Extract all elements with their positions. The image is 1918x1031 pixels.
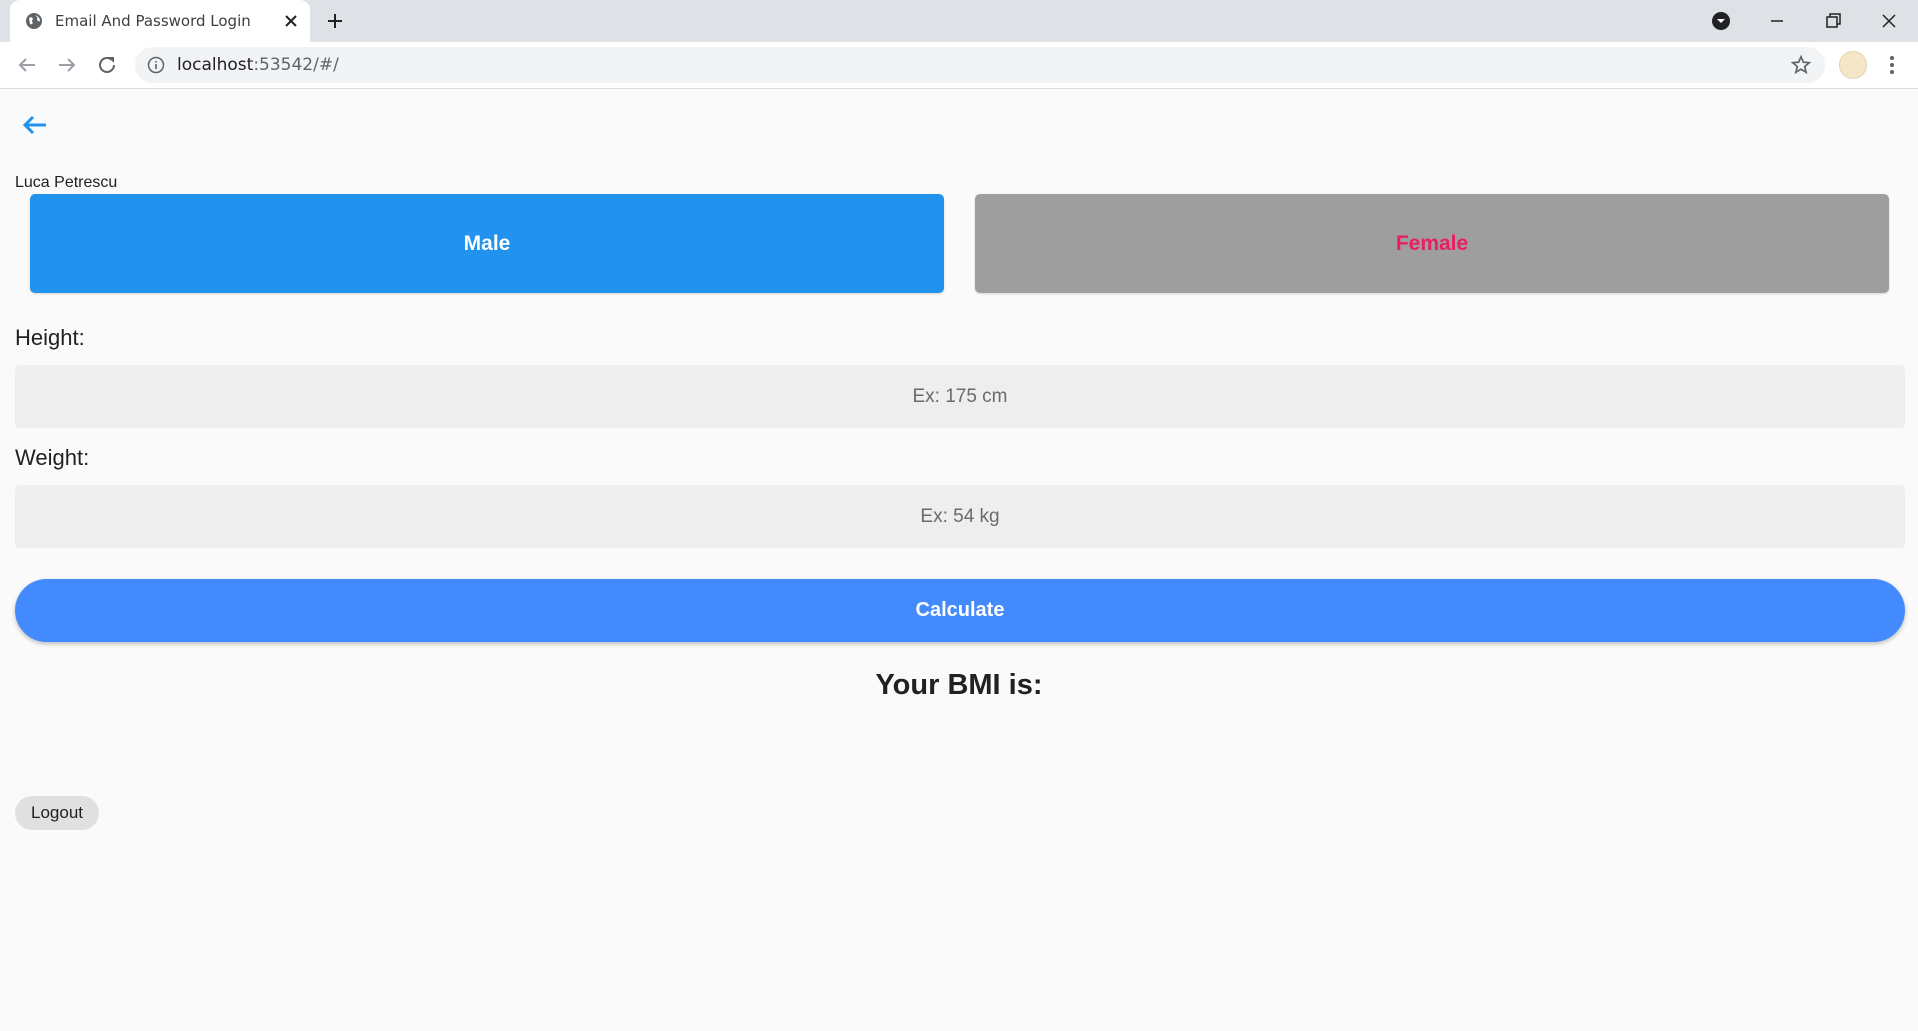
- browser-toolbar: localhost:53542/#/: [0, 42, 1918, 89]
- back-arrow-icon[interactable]: [18, 108, 52, 142]
- address-bar[interactable]: localhost:53542/#/: [135, 47, 1825, 83]
- bmi-app: Luca Petrescu Male Female Height: Ex: 17…: [0, 89, 1918, 1031]
- logout-button[interactable]: Logout: [15, 796, 99, 830]
- url-path: :53542/#/: [253, 55, 339, 75]
- tab-search-icon[interactable]: [1710, 10, 1732, 32]
- height-label: Height:: [15, 325, 85, 350]
- user-name: Luca Petrescu: [15, 174, 118, 191]
- minimize-icon[interactable]: [1766, 10, 1788, 32]
- weight-label: Weight:: [15, 445, 90, 470]
- plus-icon[interactable]: [325, 11, 345, 31]
- weight-input[interactable]: Ex: 54 kg: [15, 485, 1905, 548]
- tab-title: Email And Password Login: [55, 12, 251, 30]
- browser-tabstrip: Email And Password Login: [0, 0, 1918, 42]
- info-icon[interactable]: [147, 56, 165, 74]
- reload-icon[interactable]: [95, 53, 119, 77]
- calculate-button[interactable]: Calculate: [15, 579, 1905, 642]
- window-close-icon[interactable]: [1878, 10, 1900, 32]
- close-icon[interactable]: [282, 12, 300, 30]
- globe-icon: [26, 13, 42, 29]
- profile-avatar[interactable]: [1839, 51, 1867, 79]
- bmi-result-label: Your BMI is:: [875, 669, 1043, 701]
- male-button[interactable]: Male: [30, 194, 944, 293]
- url-text: localhost:53542/#/: [177, 55, 339, 75]
- restore-icon[interactable]: [1822, 10, 1844, 32]
- star-icon[interactable]: [1790, 54, 1812, 76]
- browser-forward-icon[interactable]: [55, 53, 79, 77]
- female-button[interactable]: Female: [975, 194, 1889, 293]
- menu-dots-icon[interactable]: [1882, 53, 1902, 77]
- browser-tab[interactable]: Email And Password Login: [10, 0, 310, 42]
- browser-back-icon[interactable]: [15, 53, 39, 77]
- height-input[interactable]: Ex: 175 cm: [15, 365, 1905, 428]
- url-host: localhost: [177, 55, 254, 75]
